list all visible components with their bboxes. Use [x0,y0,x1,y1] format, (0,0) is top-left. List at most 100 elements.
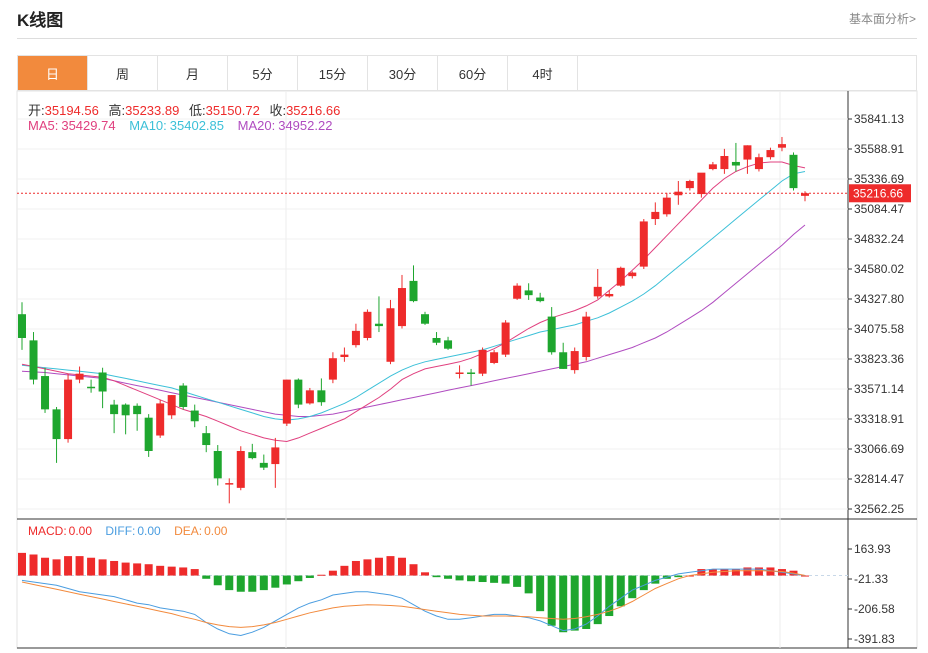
macd-bar [639,575,648,591]
candle [616,266,625,287]
macd-bar [674,575,683,578]
close-value: 35216.66 [286,103,341,118]
macd-bar [305,575,314,578]
price-tick-label: 35336.69 [854,172,904,186]
candle-body [225,483,234,485]
macd-bar [374,557,383,576]
open-value: 35194.56 [44,103,99,118]
candle-body [559,352,568,369]
candle [294,378,303,409]
candle-body [190,410,199,422]
price-tick-label: 34832.24 [854,232,904,246]
price-tick-label: 34075.58 [854,322,904,336]
macd-bar [351,560,360,576]
macd-bar [87,557,96,576]
candle-body [777,144,786,148]
candle-body [697,172,706,195]
candle-body [421,314,430,324]
ma5-value: 35429.74 [61,118,116,133]
macd-bar [524,575,533,594]
macd-bar [52,559,61,576]
candle-body [720,156,729,170]
macd-bar [593,575,602,625]
candle [64,373,73,443]
macd-bar [271,575,280,588]
ma20-label: MA20: [237,118,276,133]
price-tick-label: 34327.80 [854,292,904,306]
macd-bar [513,575,522,587]
macd-bar [259,575,268,591]
candle-body [467,372,476,374]
macd-bar [397,557,406,576]
macd-bar [156,565,165,576]
candle [144,414,153,457]
candle-body [248,452,257,459]
candle-body [236,450,245,488]
macd-tick-label: 163.93 [854,542,891,556]
candle-body [513,285,522,299]
macd-bar [628,575,637,599]
candle-body [351,330,360,346]
candle-body [478,349,487,374]
ma5-label: MA5: [28,118,59,133]
macd-bar [720,569,729,576]
candle [386,299,395,365]
kline-chart[interactable]: 35216.66 35841.13 35588.91 35336.69 35084.4… [0,0,928,653]
candle-body [524,290,533,296]
candle [501,320,510,358]
macd-tick-label: -206.58 [854,602,895,616]
candle-body [616,267,625,286]
candle-body [662,197,671,215]
candle-body [651,211,660,220]
price-tick-label: 33318.91 [854,412,904,426]
candle-body [547,316,556,353]
candle-body [685,180,694,189]
candle [513,283,522,300]
price-tick-label: 35841.13 [854,112,904,126]
macd-bar [179,567,188,576]
low-value: 35150.72 [205,103,260,118]
candle-body [87,386,96,389]
candle-body [271,447,280,465]
candle [236,446,245,491]
macd-bar [18,552,26,576]
candle-body [374,323,383,327]
macd-bar [536,575,545,612]
macd-info: MACD: 0.00 DIFF: 0.00 DEA: 0.00 [28,524,233,538]
macd-bar [202,575,211,579]
candle-body [213,450,222,479]
candle [697,172,706,198]
price-tick-label: 32814.47 [854,472,904,486]
candle [363,309,372,341]
candle-body [432,337,441,343]
candle-body [29,340,38,380]
macd-bar [248,575,257,592]
candle-body [605,293,614,297]
candle [156,399,165,438]
candle-body [708,164,717,170]
close-label: 收: [269,103,287,118]
macd-bar [282,575,291,585]
macd-label: MACD: [28,524,67,538]
candle-body [628,272,637,277]
macd-bar [409,564,418,576]
macd-bar [144,564,153,576]
candle-body [455,372,464,374]
candle-body [167,395,176,416]
dea-label: DEA: [174,524,203,538]
price-tick-label: 32562.25 [854,502,904,516]
candle-body [593,286,602,297]
macd-bar [478,575,487,583]
high-value: 35233.89 [125,103,180,118]
candle-body [133,405,142,415]
macd-bar [317,574,326,576]
macd-bar [467,575,476,582]
candle [570,347,579,374]
macd-bar [236,575,245,592]
candle-body [582,316,591,358]
macd-tick-label: -391.83 [854,632,895,646]
candle [179,383,188,410]
price-tick-label: 33066.69 [854,442,904,456]
macd-bar [570,575,579,631]
ma20-value: 34952.22 [278,118,333,133]
